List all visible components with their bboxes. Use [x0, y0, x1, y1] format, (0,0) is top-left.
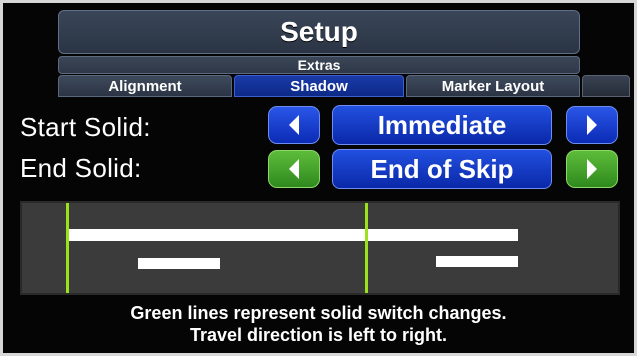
- left-arrow-icon: [287, 114, 301, 136]
- tab-shadow[interactable]: Shadow: [234, 75, 404, 97]
- skip-dash-left: [138, 258, 220, 269]
- section-header-extras: Extras: [58, 56, 580, 74]
- end-solid-prev-button[interactable]: [268, 150, 320, 188]
- tab-alignment-label: Alignment: [108, 77, 182, 95]
- page-title: Setup: [58, 10, 580, 54]
- skip-dash-right: [436, 256, 518, 267]
- solid-line-main: [68, 229, 518, 241]
- shadow-diagram-canvas: [66, 203, 518, 293]
- setup-screen: Setup Extras Alignment Shadow Marker Lay…: [0, 0, 637, 356]
- left-arrow-icon: [287, 158, 301, 180]
- tab-marker-layout[interactable]: Marker Layout: [406, 75, 580, 97]
- end-solid-value: End of Skip: [370, 153, 514, 184]
- section-header-label: Extras: [297, 57, 341, 73]
- start-solid-value-button[interactable]: Immediate: [332, 105, 552, 145]
- start-solid-value: Immediate: [377, 109, 507, 140]
- end-solid-value-button[interactable]: End of Skip: [332, 149, 552, 189]
- start-solid-prev-button[interactable]: [268, 106, 320, 144]
- switch-line-start: [66, 203, 69, 293]
- right-arrow-icon: [585, 114, 599, 136]
- start-solid-label: Start Solid:: [20, 112, 151, 142]
- right-arrow-icon: [585, 158, 599, 180]
- tab-marker-layout-label: Marker Layout: [441, 77, 545, 95]
- caption-line-2: Travel direction is left to right.: [189, 325, 448, 345]
- tab-more[interactable]: [582, 75, 630, 97]
- start-solid-next-button[interactable]: [566, 106, 618, 144]
- switch-line-end: [365, 203, 368, 293]
- end-solid-next-button[interactable]: [566, 150, 618, 188]
- tab-shadow-label: Shadow: [290, 77, 348, 95]
- caption-line-1: Green lines represent solid switch chang…: [130, 303, 507, 323]
- page-title-label: Setup: [280, 16, 358, 47]
- tab-alignment[interactable]: Alignment: [58, 75, 232, 97]
- shadow-diagram: [20, 201, 620, 295]
- end-solid-label: End Solid:: [20, 153, 142, 183]
